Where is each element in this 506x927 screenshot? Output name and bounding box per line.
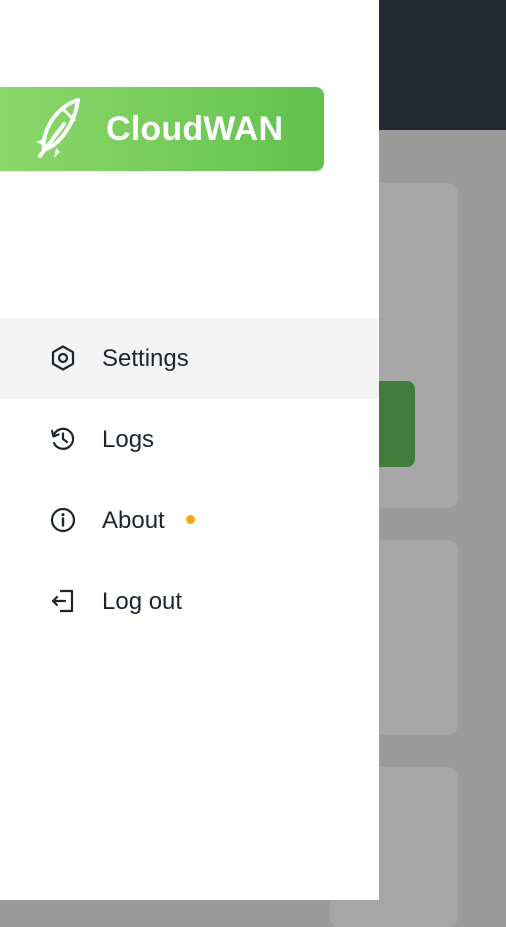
brand-logo: CloudWAN: [0, 87, 324, 171]
navigation-drawer: CloudWAN Settings Logs About Log out: [0, 0, 379, 900]
menu-item-label: Logs: [102, 426, 155, 453]
history-clock-icon: [50, 427, 75, 450]
settings-hexagon-icon: [51, 345, 75, 371]
menu-item-label: Settings: [102, 345, 189, 372]
info-circle-icon: [50, 507, 76, 533]
rocket-leaf-logo-icon: [36, 98, 80, 158]
brand-name: CloudWAN: [106, 110, 284, 148]
menu-item-label: Log out: [102, 588, 183, 615]
menu-item-settings[interactable]: Settings: [0, 318, 379, 399]
logout-icon: [51, 589, 74, 613]
notification-dot: [186, 515, 195, 524]
drawer-menu: Settings Logs About Log out: [0, 318, 379, 642]
menu-item-logs[interactable]: Logs: [0, 399, 379, 480]
menu-item-log-out[interactable]: Log out: [0, 561, 379, 642]
menu-item-label: About: [102, 507, 165, 534]
menu-item-about[interactable]: About: [0, 480, 379, 561]
